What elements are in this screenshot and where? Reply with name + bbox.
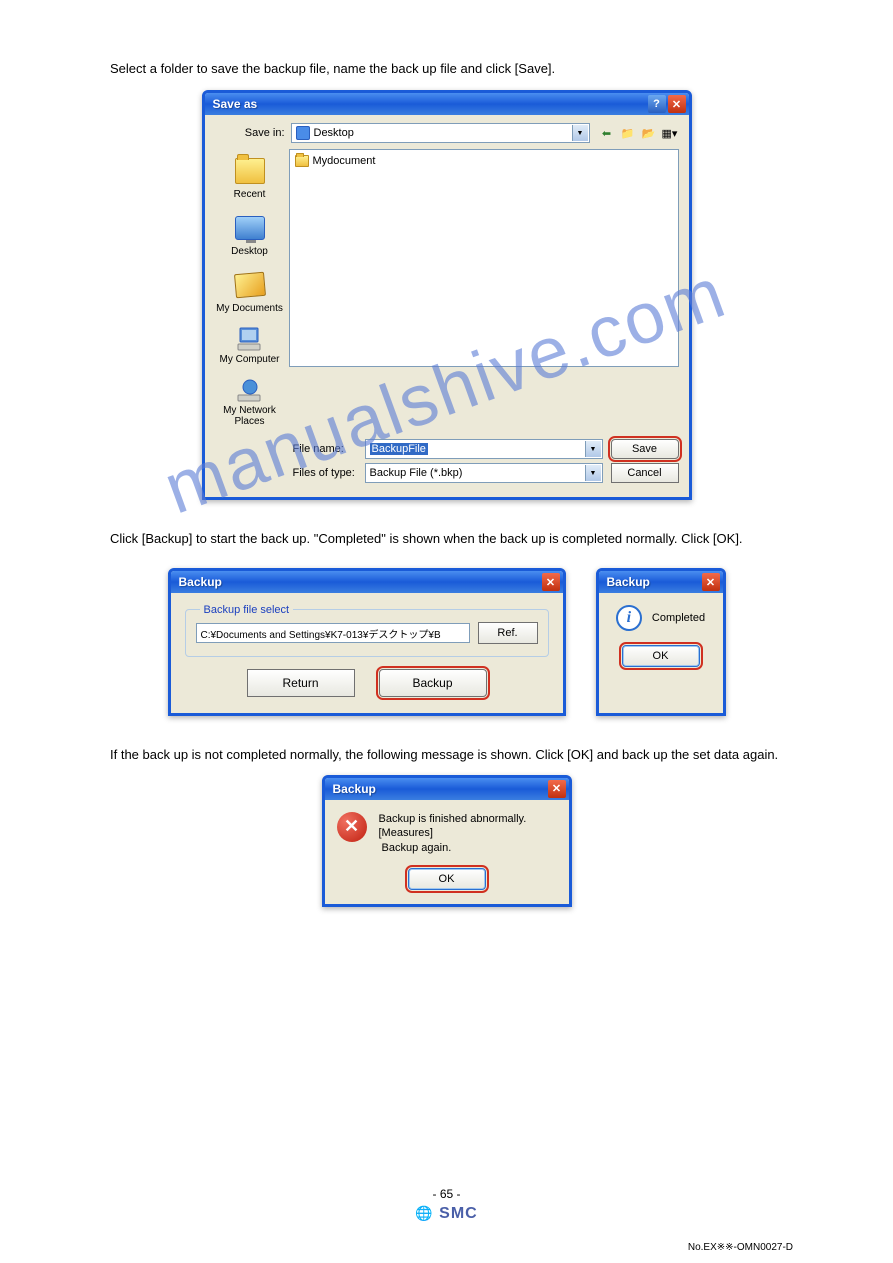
page-number: - 65 - xyxy=(0,1187,893,1201)
folder-icon xyxy=(295,155,309,167)
filename-label: File name: xyxy=(289,443,365,455)
backup-select-titlebar: Backup ✕ xyxy=(171,571,563,593)
info-icon: i xyxy=(616,605,642,631)
desktop-icon xyxy=(296,126,310,140)
file-item-name: Mydocument xyxy=(313,155,376,167)
place-desktop-label: Desktop xyxy=(231,246,268,257)
backup-path-input[interactable] xyxy=(196,623,470,643)
file-item[interactable]: Mydocument xyxy=(294,154,674,168)
save-as-titlebar: Save as ? ✕ xyxy=(205,93,689,115)
filetype-dropdown[interactable]: Backup File (*.bkp) ▼ xyxy=(365,463,603,483)
backup-completed-dialog: Backup ✕ i Completed OK xyxy=(596,568,726,716)
filetype-label: Files of type: xyxy=(289,467,365,479)
file-list-area[interactable]: Mydocument xyxy=(289,149,679,367)
recent-folder-icon xyxy=(235,158,265,184)
documents-folder-icon xyxy=(234,272,266,299)
instruction-line-2: Click [Backup] to start the back up. "Co… xyxy=(110,530,793,548)
filename-value: BackupFile xyxy=(370,443,428,455)
back-icon[interactable]: ⬅ xyxy=(598,124,616,142)
place-netplaces-label: My Network Places xyxy=(215,405,285,427)
help-icon[interactable]: ? xyxy=(648,95,666,113)
return-button[interactable]: Return xyxy=(247,669,355,697)
save-in-value: Desktop xyxy=(314,127,354,139)
abnormal-message: Backup is finished abnormally. [Measures… xyxy=(379,812,527,857)
desktop-monitor-icon xyxy=(235,216,265,240)
abnormal-title: Backup xyxy=(333,782,548,796)
footer-logo: 🌐 SMC xyxy=(0,1205,893,1223)
ref-button[interactable]: Ref. xyxy=(478,622,538,644)
place-desktop[interactable]: Desktop xyxy=(215,212,285,257)
abnormal-line3: Backup again. xyxy=(379,841,527,856)
save-as-title: Save as xyxy=(213,97,648,111)
backup-abnormal-dialog: Backup ✕ ✕ Backup is finished abnormally… xyxy=(322,775,572,908)
new-folder-icon[interactable]: 📂 xyxy=(640,124,658,142)
abnormal-line1: Backup is finished abnormally. xyxy=(379,812,527,827)
chevron-down-icon[interactable]: ▼ xyxy=(572,125,588,141)
abnormal-line2: [Measures] xyxy=(379,826,527,841)
close-icon[interactable]: ✕ xyxy=(542,573,560,591)
close-icon[interactable]: ✕ xyxy=(548,780,566,798)
places-bar: Recent Desktop My Documents My xyxy=(211,149,289,433)
backup-select-dialog: Backup ✕ Backup file select Ref. Return … xyxy=(168,568,566,716)
views-icon[interactable]: ▦▾ xyxy=(661,124,679,142)
ok-button[interactable]: OK xyxy=(622,645,700,667)
save-in-dropdown[interactable]: Desktop ▼ xyxy=(291,123,590,143)
completed-title: Backup xyxy=(607,575,702,589)
filename-input[interactable]: BackupFile ▼ xyxy=(365,439,603,459)
network-icon xyxy=(236,377,264,403)
backup-button[interactable]: Backup xyxy=(379,669,487,697)
backup-file-legend: Backup file select xyxy=(200,604,294,616)
place-mydocuments[interactable]: My Documents xyxy=(215,269,285,314)
place-mycomp-label: My Computer xyxy=(219,354,279,365)
place-recent[interactable]: Recent xyxy=(215,155,285,200)
backup-select-title: Backup xyxy=(179,575,542,589)
save-in-label: Save in: xyxy=(211,127,291,139)
ok-button[interactable]: OK xyxy=(408,868,486,890)
error-icon: ✕ xyxy=(337,812,367,842)
chevron-down-icon[interactable]: ▼ xyxy=(585,441,601,457)
place-recent-label: Recent xyxy=(234,189,266,200)
save-button[interactable]: Save xyxy=(611,439,679,459)
place-network-places[interactable]: My Network Places xyxy=(215,377,285,427)
chevron-down-icon[interactable]: ▼ xyxy=(585,465,601,481)
completed-titlebar: Backup ✕ xyxy=(599,571,723,593)
completed-text: Completed xyxy=(652,612,705,624)
instruction-line-1: Select a folder to save the backup file,… xyxy=(110,60,793,78)
place-mydocs-label: My Documents xyxy=(216,303,283,314)
close-icon[interactable]: ✕ xyxy=(668,95,686,113)
close-icon[interactable]: ✕ xyxy=(702,573,720,591)
backup-file-select-group: Backup file select Ref. xyxy=(185,609,549,657)
globe-icon: 🌐 xyxy=(415,1205,433,1221)
computer-icon xyxy=(236,326,264,352)
cancel-button[interactable]: Cancel xyxy=(611,463,679,483)
filetype-value: Backup File (*.bkp) xyxy=(370,467,463,479)
instruction-line-3: If the back up is not completed normally… xyxy=(110,746,793,764)
abnormal-titlebar: Backup ✕ xyxy=(325,778,569,800)
place-mycomputer[interactable]: My Computer xyxy=(215,326,285,365)
save-as-dialog: Save as ? ✕ Save in: Desktop ▼ ⬅ 📁 📂 ▦▾ xyxy=(202,90,692,500)
up-folder-icon[interactable]: 📁 xyxy=(619,124,637,142)
footer-docnum: No.EX※※-OMN0027-D xyxy=(688,1242,793,1253)
